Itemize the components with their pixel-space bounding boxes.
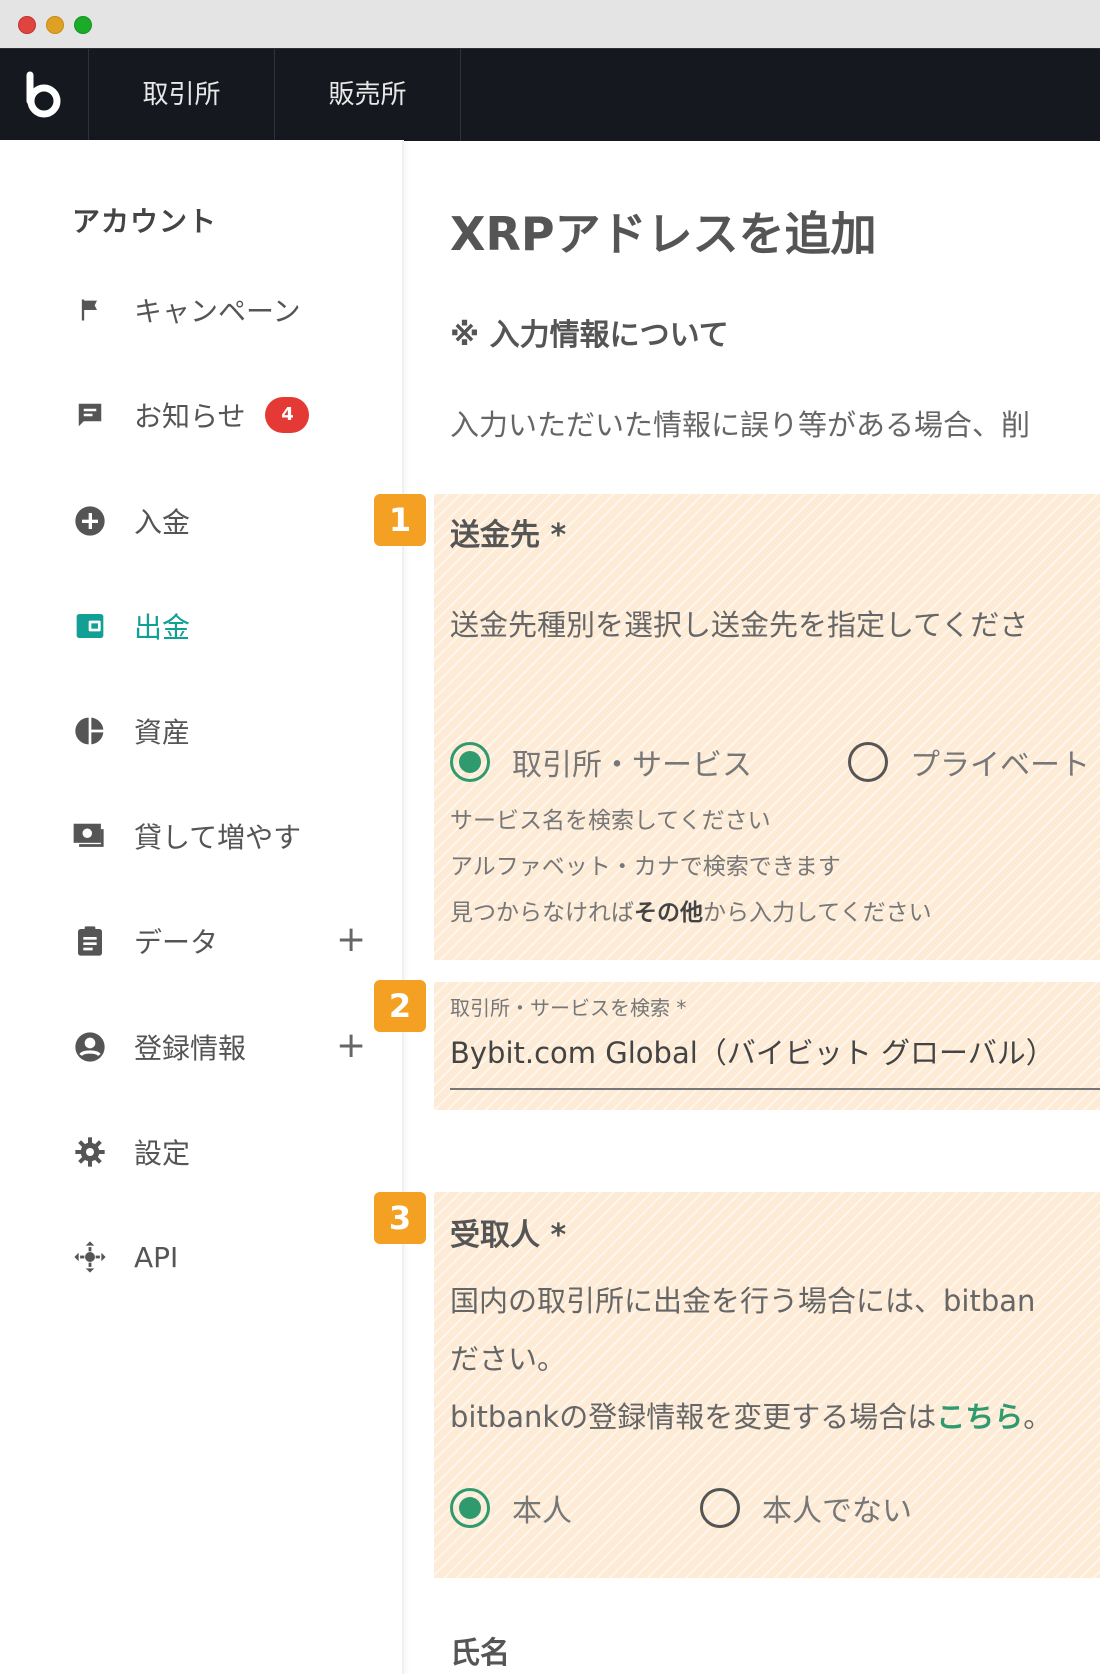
search-input-underline [450, 1088, 1100, 1090]
recipient-description: 国内の取引所に出金を行う場合には、bitban [450, 1284, 1036, 1318]
radio-label: プライベート [910, 748, 1090, 783]
plus-circle-icon [70, 501, 110, 541]
sidebar-item-api[interactable]: API [70, 1232, 380, 1282]
sidebar-item-profile[interactable]: 登録情報 [70, 1022, 380, 1072]
gear-icon [70, 1132, 110, 1172]
sidebar-item-notifications[interactable]: お知らせ 4 [70, 390, 380, 440]
hint-line: 見つからなければその他から入力してください [450, 900, 932, 926]
destination-description: 送金先種別を選択し送金先を指定してくださ [450, 608, 1029, 642]
maximize-window-button[interactable] [74, 16, 92, 34]
radio-selected-icon[interactable] [450, 1488, 490, 1528]
radio-label: 取引所・サービス [512, 748, 752, 783]
sidebar-item-withdraw[interactable]: 出金 [70, 601, 380, 651]
search-input-label: 取引所・サービスを検索 * [450, 996, 687, 1020]
sidebar-item-label: 資産 [134, 716, 191, 749]
logo-icon [26, 71, 61, 118]
hint-line: サービス名を検索してください [450, 808, 771, 834]
account-circle-icon [70, 1027, 110, 1067]
main-content: XRPアドレスを追加 ※ 入力情報について 入力いただいた情報に誤り等がある場合… [402, 140, 1100, 1674]
recipient-description: ださい。 [450, 1342, 567, 1376]
recipient-description: bitbankの登録情報を変更する場合はこちら。 [450, 1400, 1053, 1434]
sidebar-item-deposit[interactable]: 入金 [70, 496, 380, 546]
sidebar-item-label: 出金 [134, 611, 191, 644]
tab-exchange[interactable]: 取引所 [89, 49, 275, 141]
sidebar-item-label: 登録情報 [134, 1032, 247, 1065]
chat-icon [70, 395, 110, 435]
sidebar: アカウント キャンペーン お知らせ 4 入金 出金 資産 貸して増やす データ … [0, 140, 404, 1674]
destination-label: 送金先 * [450, 518, 567, 553]
pie-chart-icon [70, 711, 110, 751]
money-icon [70, 816, 110, 856]
sidebar-item-label: 設定 [134, 1137, 191, 1170]
close-window-button[interactable] [18, 16, 36, 34]
recipient-option-self[interactable]: 本人 [450, 1486, 572, 1530]
expand-profile-button[interactable]: + [336, 1028, 366, 1064]
browser-window: 取引所 販売所 アカウント キャンペーン お知らせ 4 入金 出金 資産 貸して… [0, 0, 1100, 1674]
change-registration-link[interactable]: こちら [936, 1400, 1023, 1434]
sidebar-item-campaign[interactable]: キャンペーン [70, 285, 380, 335]
step-marker-3: 3 [374, 1192, 426, 1244]
tab-sales[interactable]: 販売所 [275, 49, 461, 141]
sidebar-item-label: 貸して増やす [134, 821, 302, 854]
notification-count-badge: 4 [265, 397, 310, 433]
sidebar-item-lending[interactable]: 貸して増やす [70, 811, 380, 861]
recipient-label: 受取人 * [450, 1218, 567, 1253]
sidebar-item-label: 入金 [134, 506, 191, 539]
recipient-option-other[interactable]: 本人でない [700, 1486, 912, 1530]
step-marker-2: 2 [374, 980, 426, 1032]
notice-text: 入力いただいた情報に誤り等がある場合、削 [450, 408, 1031, 442]
destination-option-private[interactable]: プライベート [848, 740, 1090, 784]
title-bar [0, 0, 1100, 49]
wallet-icon [70, 606, 110, 646]
sidebar-item-data[interactable]: データ [70, 916, 380, 966]
sidebar-item-label: キャンペーン [134, 295, 301, 328]
hint-bold-other: その他 [634, 900, 703, 926]
sidebar-item-settings[interactable]: 設定 [70, 1127, 380, 1177]
sidebar-item-label: データ [134, 926, 219, 959]
radio-unselected-icon[interactable] [848, 742, 888, 782]
radio-label: 本人 [512, 1494, 572, 1529]
top-navigation: 取引所 販売所 [0, 48, 1100, 141]
sidebar-item-label: API [134, 1240, 179, 1274]
clipboard-icon [70, 921, 110, 961]
api-icon [70, 1237, 110, 1277]
radio-selected-icon[interactable] [450, 742, 490, 782]
sidebar-item-label: お知らせ [134, 400, 246, 433]
page-title: XRPアドレスを追加 [450, 207, 877, 261]
hint-line: アルファベット・カナで検索できます [450, 854, 841, 880]
name-label: 氏名 [450, 1636, 510, 1671]
sidebar-item-assets[interactable]: 資産 [70, 706, 380, 756]
sidebar-title: アカウント [72, 205, 218, 238]
radio-label: 本人でない [762, 1494, 912, 1529]
radio-unselected-icon[interactable] [700, 1488, 740, 1528]
expand-data-button[interactable]: + [336, 922, 366, 958]
destination-option-exchange[interactable]: 取引所・サービス [450, 740, 752, 784]
step-marker-1: 1 [374, 494, 426, 546]
search-input[interactable]: Bybit.com Global（バイビット グローバル） [450, 1030, 1055, 1072]
bitbank-logo[interactable] [0, 49, 89, 141]
flag-icon [70, 290, 110, 330]
minimize-window-button[interactable] [46, 16, 64, 34]
notice-heading: ※ 入力情報について [450, 318, 729, 353]
